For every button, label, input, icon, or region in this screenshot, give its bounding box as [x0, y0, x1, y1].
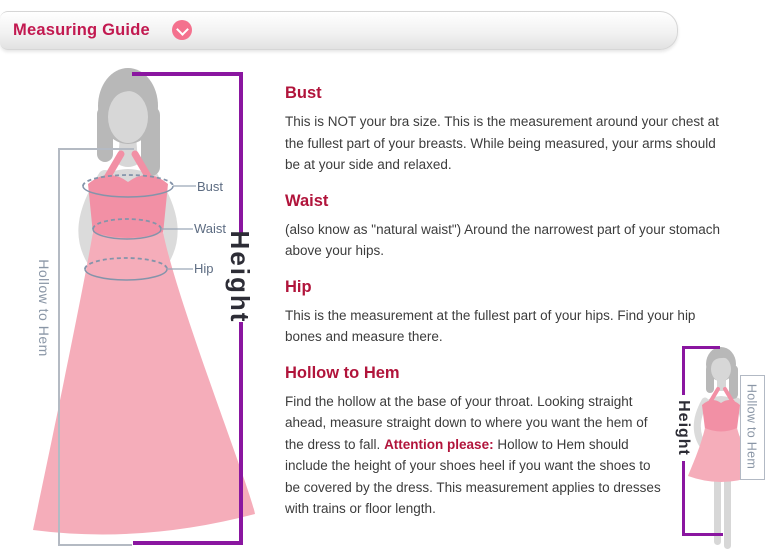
measuring-guide-page: Measuring Guide — [0, 0, 778, 553]
header-bar: Measuring Guide — [0, 11, 678, 50]
hip-label: Hip — [194, 261, 214, 276]
height-line-vertical-upper — [239, 72, 243, 233]
small-height-line-vertical-upper — [682, 346, 685, 395]
small-hollow-to-hem-label: Hollow to Hem — [745, 381, 760, 473]
section-body-hollow-to-hem: Find the hollow at the base of your thro… — [285, 391, 667, 520]
section-heading-hollow-to-hem: Hollow to Hem — [285, 364, 727, 383]
small-height-line-vertical-lower — [682, 461, 685, 536]
waist-label: Waist — [194, 221, 226, 236]
instructions-column: Bust This is NOT your bra size. This is … — [285, 84, 727, 536]
height-line-top — [132, 72, 243, 76]
section-body-hip: This is the measurement at the fullest p… — [285, 305, 727, 348]
section-heading-waist: Waist — [285, 192, 727, 211]
section-heading-hip: Hip — [285, 278, 727, 297]
hollow-to-hem-label: Hollow to Hem — [35, 250, 53, 366]
small-height-line-top — [682, 346, 720, 349]
height-label: Height — [225, 229, 255, 325]
hollow-line-top — [58, 148, 134, 150]
small-height-label: Height — [674, 393, 692, 463]
section-body-bust: This is NOT your bra size. This is the m… — [285, 111, 727, 176]
hollow-line-bottom — [58, 544, 132, 546]
height-line-vertical-lower — [239, 322, 243, 543]
section-body-waist: (also know as "natural waist") Around th… — [285, 219, 727, 262]
chevron-down-icon — [176, 23, 189, 36]
section-heading-bust: Bust — [285, 84, 727, 103]
attention-label: Attention please: — [384, 437, 494, 452]
collapse-toggle-button[interactable] — [172, 20, 192, 40]
height-line-bottom — [133, 541, 243, 545]
small-height-line-bottom — [682, 533, 723, 536]
bust-label: Bust — [197, 179, 223, 194]
page-title: Measuring Guide — [13, 21, 150, 40]
hollow-line-vertical — [58, 148, 60, 545]
